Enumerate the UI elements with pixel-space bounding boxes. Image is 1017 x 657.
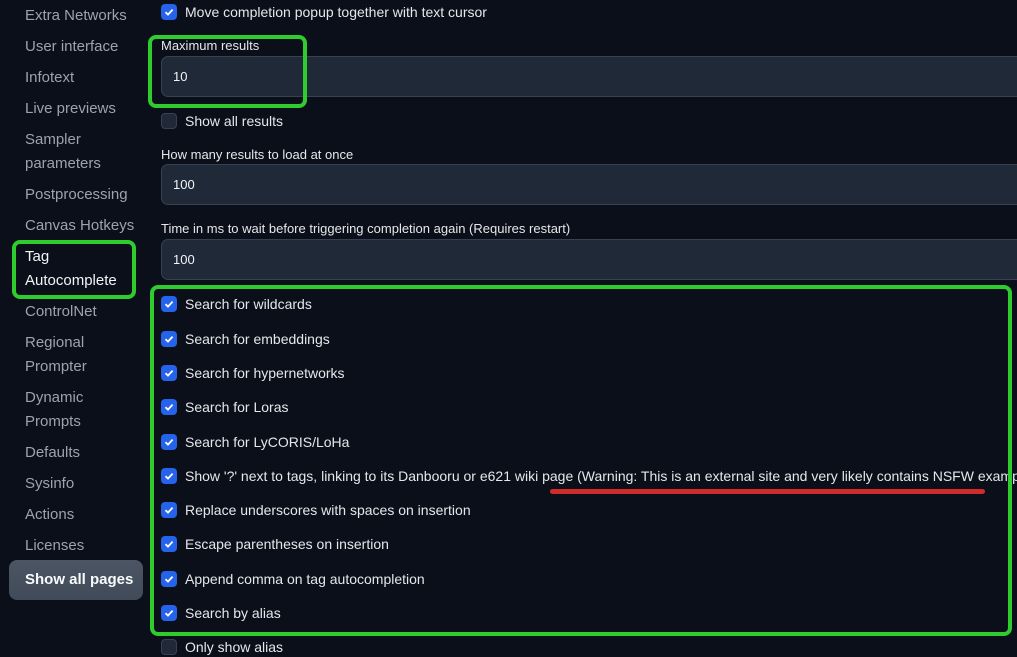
checkbox-label: Search for Loras	[185, 399, 289, 415]
sidebar-item-controlnet[interactable]: ControlNet	[25, 300, 140, 324]
move-popup-setting[interactable]: Move completion popup together with text…	[161, 2, 487, 22]
checkmark-icon	[164, 403, 174, 411]
delay-time-input[interactable]	[161, 239, 1017, 280]
show-wiki-link-setting[interactable]: Show '?' next to tags, linking to its Da…	[161, 466, 1017, 486]
checkbox-checked[interactable]	[161, 536, 177, 552]
sidebar-item-user-interface[interactable]: User interface	[25, 35, 140, 59]
checkbox-checked[interactable]	[161, 399, 177, 415]
search-lycoris-setting[interactable]: Search for LyCORIS/LoHa	[161, 432, 349, 452]
checkmark-icon	[164, 8, 174, 16]
sidebar-item-infotext[interactable]: Infotext	[25, 66, 140, 90]
checkmark-icon	[164, 506, 174, 514]
sidebar-item-live-previews[interactable]: Live previews	[25, 97, 140, 121]
checkbox-checked[interactable]	[161, 434, 177, 450]
show-all-results-setting[interactable]: Show all results	[161, 111, 283, 131]
sidebar-item-dynamic-prompts[interactable]: Dynamic Prompts	[25, 386, 115, 434]
checkbox-checked[interactable]	[161, 296, 177, 312]
checkbox-checked[interactable]	[161, 502, 177, 518]
checkmark-icon	[164, 300, 174, 308]
checkbox-checked[interactable]	[161, 331, 177, 347]
checkbox-label: Search for hypernetworks	[185, 365, 345, 381]
checkmark-icon	[164, 609, 174, 617]
checkbox-label: Search for LyCORIS/LoHa	[185, 434, 350, 450]
search-hypernetworks-setting[interactable]: Search for hypernetworks	[161, 363, 345, 383]
sidebar-item-regional-prompter[interactable]: Regional Prompter	[25, 331, 115, 379]
checkbox-label: Show '?' next to tags, linking to its Da…	[185, 468, 1017, 484]
only-show-alias-setting[interactable]: Only show alias	[161, 637, 283, 657]
checkbox-label: Search for embeddings	[185, 331, 330, 347]
sidebar-item-defaults[interactable]: Defaults	[25, 441, 140, 465]
checkmark-icon	[164, 575, 174, 583]
sidebar-item-canvas-hotkeys[interactable]: Canvas Hotkeys	[25, 214, 140, 238]
checkbox-label: Move completion popup together with text…	[185, 4, 487, 20]
checkmark-icon	[164, 369, 174, 377]
max-results-input[interactable]	[161, 56, 1017, 97]
results-at-once-label: How many results to load at once	[161, 147, 354, 162]
sidebar-item-postprocessing[interactable]: Postprocessing	[25, 183, 140, 207]
sidebar-item-actions[interactable]: Actions	[25, 503, 140, 527]
checkbox-label: Search for wildcards	[185, 296, 312, 312]
sidebar-item-sampler-parameters[interactable]: Sampler parameters	[25, 128, 115, 176]
checkbox-unchecked[interactable]	[161, 113, 177, 129]
checkbox-unchecked[interactable]	[161, 639, 177, 655]
search-loras-setting[interactable]: Search for Loras	[161, 397, 289, 417]
checkmark-icon	[164, 335, 174, 343]
sidebar-item-licenses[interactable]: Licenses	[25, 534, 140, 558]
checkbox-checked[interactable]	[161, 571, 177, 587]
results-at-once-input[interactable]	[161, 164, 1017, 205]
checkbox-label: Append comma on tag autocompletion	[185, 571, 425, 587]
settings-sidebar: Extra Networks User interface Infotext L…	[0, 0, 150, 650]
max-results-label: Maximum results	[161, 38, 260, 53]
sidebar-item-tag-autocomplete[interactable]: Tag Autocomplete	[25, 245, 125, 293]
replace-underscores-setting[interactable]: Replace underscores with spaces on inser…	[161, 500, 471, 520]
append-comma-setting[interactable]: Append comma on tag autocompletion	[161, 569, 425, 589]
checkmark-icon	[164, 472, 174, 480]
delay-time-label: Time in ms to wait before triggering com…	[161, 221, 571, 236]
search-wildcards-setting[interactable]: Search for wildcards	[161, 294, 312, 314]
checkmark-icon	[164, 438, 174, 446]
checkbox-checked[interactable]	[161, 468, 177, 484]
search-embeddings-setting[interactable]: Search for embeddings	[161, 329, 330, 349]
show-all-pages-button[interactable]: Show all pages	[9, 560, 143, 600]
checkbox-checked[interactable]	[161, 605, 177, 621]
checkbox-checked[interactable]	[161, 4, 177, 20]
checkbox-label: Replace underscores with spaces on inser…	[185, 502, 471, 518]
checkbox-checked[interactable]	[161, 365, 177, 381]
checkbox-label: Escape parentheses on insertion	[185, 536, 389, 552]
checkbox-label: Only show alias	[185, 639, 284, 655]
escape-parentheses-setting[interactable]: Escape parentheses on insertion	[161, 534, 389, 554]
search-by-alias-setting[interactable]: Search by alias	[161, 603, 281, 623]
warning-underline	[550, 489, 985, 494]
checkmark-icon	[164, 540, 174, 548]
sidebar-item-extra-networks[interactable]: Extra Networks	[25, 4, 140, 28]
checkbox-label: Search by alias	[185, 605, 281, 621]
sidebar-item-sysinfo[interactable]: Sysinfo	[25, 472, 140, 496]
checkbox-label: Show all results	[185, 113, 284, 129]
